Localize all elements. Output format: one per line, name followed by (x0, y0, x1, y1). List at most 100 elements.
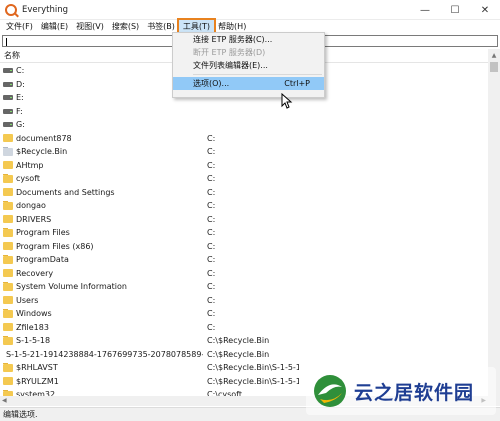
tools-dropdown-menu: 连接 ETP 服务器(C)... 断开 ETP 服务器(D) 文件列表编辑器(E… (172, 32, 325, 98)
folder-icon (3, 214, 13, 224)
list-item-name-cell: dongao (0, 201, 203, 210)
list-item-name: S-1-5-18 (16, 336, 51, 346)
folder-icon (3, 174, 13, 183)
list-item-name: Windows (16, 309, 52, 319)
minimize-button[interactable]: — (410, 0, 440, 20)
list-item-name-cell: Documents and Settings (0, 187, 203, 197)
folder-icon (3, 309, 13, 318)
list-item-name-cell: $RYULZM1 (0, 376, 203, 386)
list-item[interactable]: Recovery C: (0, 267, 488, 281)
list-item-name: Zfile183 (16, 322, 49, 332)
folder-icon (3, 322, 13, 332)
window-title: Everything (22, 4, 69, 15)
menu-file[interactable]: 文件(F) (2, 20, 37, 34)
list-item-path: C: (207, 214, 216, 224)
list-item-name-cell: System Volume Information (0, 282, 203, 291)
folder-icon (3, 336, 13, 345)
list-item[interactable]: dongao C: (0, 199, 488, 213)
list-item-name-cell: Zfile183 (0, 322, 203, 332)
list-item-path: C: (207, 322, 216, 332)
menu-search[interactable]: 搜索(S) (108, 20, 143, 34)
scroll-up-icon[interactable]: ▲ (488, 49, 500, 61)
close-button[interactable]: ✕ (470, 0, 500, 20)
menu-edit[interactable]: 编辑(E) (37, 20, 72, 34)
list-item[interactable]: DRIVERS C: (0, 213, 488, 227)
list-item-name: ProgramData (16, 255, 69, 265)
text-caret (6, 38, 7, 46)
list-item[interactable]: G: (0, 118, 488, 132)
list-item-name-cell: S-1-5-21-1914238884-1767699735-207807858… (0, 349, 203, 359)
list-item-path: C: (207, 174, 216, 184)
list-item-name: dongao (16, 201, 46, 211)
list-item-path: C: (207, 309, 216, 319)
list-item-name: S-1-5-21-1914238884-1767699735-207807858… (6, 349, 203, 359)
list-item-name-cell: Users (0, 295, 203, 305)
list-item-path: C: (207, 228, 216, 238)
folder-icon (3, 228, 13, 237)
recycle-folder-icon (3, 147, 13, 156)
folder-icon (3, 363, 13, 372)
folder-icon (3, 201, 13, 210)
list-item-name-cell: document878 (0, 133, 203, 143)
disconnect-etp-server-item: 断开 ETP 服务器(D) (193, 48, 266, 57)
file-list-editor-item[interactable]: 文件列表编辑器(E)... (173, 59, 324, 72)
connect-etp-server-item[interactable]: 连接 ETP 服务器(C)... (173, 33, 324, 46)
list-item[interactable]: Program Files C: (0, 226, 488, 240)
list-item-name-cell: S-1-5-18 (0, 336, 203, 345)
folder-icon (3, 241, 13, 251)
options-label: 选项(O)... (193, 79, 230, 88)
list-item[interactable]: Users C: (0, 294, 488, 308)
list-item[interactable]: Zfile183 C: (0, 321, 488, 335)
menu-view[interactable]: 视图(V) (72, 20, 108, 34)
list-item[interactable]: System Volume Information C: (0, 280, 488, 294)
list-item-name: AHtmp (16, 160, 44, 170)
list-item[interactable]: document878 C: (0, 132, 488, 146)
list-item[interactable]: $Recycle.Bin C: (0, 145, 488, 159)
list-item-name-cell: F: (0, 107, 203, 116)
title-bar: Everything — ☐ ✕ (0, 0, 500, 20)
folder-icon (3, 376, 13, 386)
options-item[interactable]: 选项(O)... Ctrl+P (173, 77, 324, 90)
list-item-name: Documents and Settings (16, 187, 115, 197)
list-item-name: $RHLAVST (16, 363, 58, 373)
vertical-scrollbar[interactable]: ▲ (488, 49, 500, 406)
list-item[interactable]: ProgramData C: (0, 253, 488, 267)
list-item-path: C:\$Recycle.Bin\S-1-5-18 (207, 376, 299, 386)
list-item[interactable]: Documents and Settings C: (0, 186, 488, 200)
scroll-left-icon[interactable]: ◀ (2, 396, 7, 406)
folder-icon (3, 133, 13, 143)
drive-icon (3, 108, 13, 114)
list-item[interactable]: Windows C: (0, 307, 488, 321)
scroll-thumb[interactable] (490, 62, 498, 72)
list-item-name-cell: $Recycle.Bin (0, 147, 203, 156)
list-item[interactable]: AHtmp C: (0, 159, 488, 173)
list-item-path: C: (207, 160, 216, 170)
list-item-name: Program Files (16, 228, 70, 238)
list-item-path: C: (207, 241, 216, 251)
list-item[interactable]: Program Files (x86) C: (0, 240, 488, 254)
folder-icon (3, 187, 13, 197)
list-item[interactable]: S-1-5-21-1914238884-1767699735-207807858… (0, 348, 488, 362)
list-item-path: C: (207, 201, 216, 211)
list-item-name: Recovery (16, 268, 54, 278)
list-item[interactable]: cysoft C: (0, 172, 488, 186)
folder-icon (3, 295, 13, 305)
list-item[interactable]: F: (0, 105, 488, 119)
list-item-path: C: (207, 133, 216, 143)
list-item-name: Program Files (x86) (16, 241, 94, 251)
watermark-logo-icon (314, 375, 346, 407)
list-item-path: C: (207, 268, 216, 278)
list-item-path: C:\$Recycle.Bin\S-1-5-18 (207, 363, 299, 373)
list-item-path: C: (207, 187, 216, 197)
list-item-path: C:\$Recycle.Bin (207, 336, 270, 346)
folder-icon (3, 255, 13, 264)
everything-magnifier-icon (5, 3, 17, 16)
list-item-name: document878 (16, 133, 72, 143)
list-item-name: F: (16, 106, 23, 116)
mouse-pointer-icon (281, 93, 293, 109)
list-item[interactable]: S-1-5-18 C:\$Recycle.Bin (0, 334, 488, 348)
list-item-name-cell: Windows (0, 309, 203, 318)
maximize-button[interactable]: ☐ (440, 0, 470, 20)
list-item-name-cell: AHtmp (0, 160, 203, 170)
list-item-name: $RYULZM1 (16, 376, 59, 386)
